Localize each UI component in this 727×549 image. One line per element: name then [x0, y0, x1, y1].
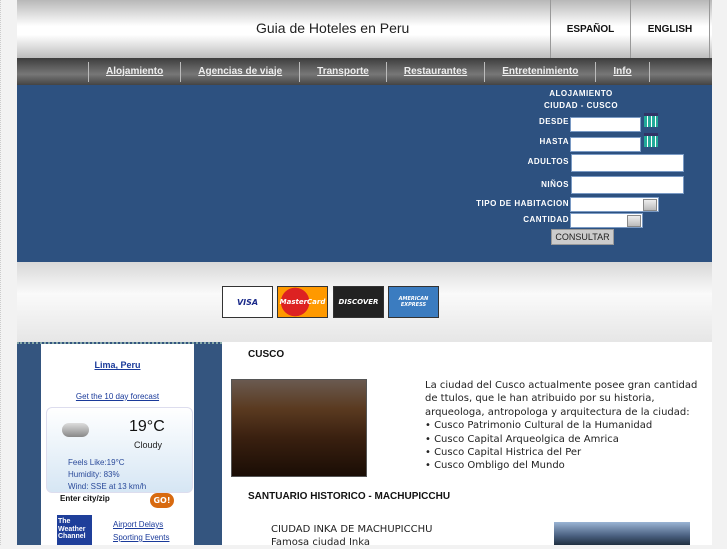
sporting-events-link[interactable]: Sporting Events: [113, 533, 169, 542]
airport-delays-link[interactable]: Airport Delays: [113, 520, 163, 529]
desde-input[interactable]: [570, 117, 641, 132]
weather-box: [46, 407, 193, 493]
discover-logo: DISCOVER: [333, 286, 384, 318]
lang-espanol[interactable]: ESPAÑOL: [550, 0, 630, 58]
site-title: Guia de Hoteles en Peru: [256, 20, 410, 36]
tipo-select[interactable]: [570, 197, 659, 212]
temperature: 19°C: [129, 418, 165, 435]
chevron-down-icon: [627, 215, 641, 227]
nav-entretenimiento[interactable]: Entretenimiento: [484, 61, 595, 82]
hasta-label: HASTA: [539, 137, 569, 146]
humidity: Humidity: 83%: [68, 470, 120, 479]
cusco-title: CUSCO: [248, 349, 285, 360]
nav-transporte[interactable]: Transporte: [299, 61, 386, 82]
amex-logo: AMERICAN EXPRESS: [388, 286, 439, 318]
consultar-button[interactable]: CONSULTAR: [551, 229, 614, 245]
hasta-input[interactable]: [570, 137, 641, 152]
main-nav: Alojamiento Agencias de viaje Transporte…: [17, 58, 712, 85]
cantidad-select[interactable]: [570, 213, 643, 228]
visa-logo: VISA: [222, 286, 273, 318]
tipo-label: TIPO DE HABITACION: [476, 199, 569, 208]
machu-title: SANTUARIO HISTORICO - MACHUPICCHU: [248, 491, 451, 502]
city-zip-input[interactable]: Enter city/zip: [58, 494, 146, 507]
form-heading: ALOJAMIENTO: [549, 89, 613, 98]
weather-city-link[interactable]: Lima, Peru: [41, 360, 194, 370]
nav-restaurantes[interactable]: Restaurantes: [385, 61, 484, 82]
wind: Wind: SSE at 13 km/h: [68, 482, 147, 491]
calendar-icon[interactable]: [644, 113, 658, 127]
chevron-down-icon: [643, 199, 657, 211]
nav-alojamiento[interactable]: Alojamiento: [88, 61, 180, 82]
go-button[interactable]: GO!: [150, 493, 174, 508]
form-city: CIUDAD - CUSCO: [543, 101, 619, 110]
machu-subtitle: CIUDAD INKA DE MACHUPICCHU: [271, 524, 433, 535]
ninos-input[interactable]: [571, 176, 684, 194]
feels-like: Feels Like:19°C: [68, 458, 125, 467]
cantidad-label: CANTIDAD: [523, 215, 569, 224]
cusco-list-item: Cusco Capital Arqueolgica de Amrica: [434, 433, 619, 445]
weather-channel-logo[interactable]: The Weather Channel: [57, 515, 92, 545]
machu-image: [554, 522, 690, 545]
nav-info[interactable]: Info: [595, 61, 650, 82]
cusco-list-item: Cusco Capital Histrica del Per: [434, 447, 582, 459]
adultos-input[interactable]: [571, 154, 684, 172]
cusco-image: [231, 379, 367, 477]
mastercard-logo: MasterCard: [277, 286, 328, 318]
cloud-icon: [62, 423, 89, 437]
cusco-description: La ciudad del Cusco actualmente posee gr…: [425, 380, 698, 418]
cusco-text: La ciudad del Cusco actualmente posee gr…: [425, 379, 710, 473]
machu-text: Famosa ciudad Inka: [271, 537, 370, 548]
condition: Cloudy: [134, 440, 163, 450]
forecast-link[interactable]: Get the 10 day forecast: [41, 392, 194, 401]
cusco-list-item: Cusco Ombligo del Mundo: [434, 460, 565, 472]
nav-agencias[interactable]: Agencias de viaje: [180, 61, 299, 82]
adultos-label: ADULTOS: [527, 157, 569, 166]
calendar-icon[interactable]: [644, 133, 658, 147]
desde-label: DESDE: [538, 117, 569, 126]
lang-english[interactable]: ENGLISH: [630, 0, 710, 58]
ninos-label: NIÑOS: [541, 180, 569, 189]
cusco-list-item: Cusco Patrimonio Cultural de la Humanida…: [434, 420, 653, 432]
